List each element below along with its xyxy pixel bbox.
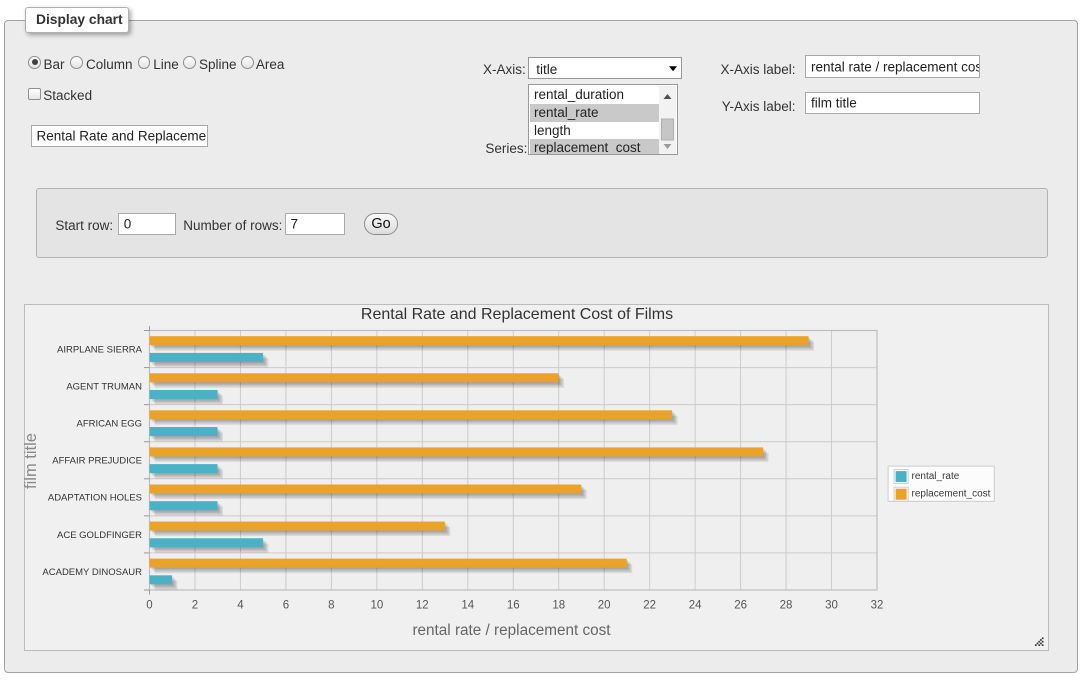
svg-text:4: 4 — [237, 600, 244, 612]
svg-text:28: 28 — [779, 600, 792, 612]
svg-text:film title: film title — [24, 433, 40, 489]
svg-text:24: 24 — [688, 600, 701, 612]
svg-text:18: 18 — [552, 600, 565, 612]
svg-text:rental_rate: rental_rate — [911, 471, 959, 482]
svg-text:AGENT TRUMAN: AGENT TRUMAN — [66, 382, 142, 393]
svg-text:ADAPTATION HOLES: ADAPTATION HOLES — [48, 493, 142, 504]
svg-text:10: 10 — [370, 600, 383, 612]
svg-text:8: 8 — [328, 600, 334, 612]
svg-text:ACE GOLDFINGER: ACE GOLDFINGER — [57, 530, 142, 541]
svg-text:AFRICAN EGG: AFRICAN EGG — [76, 419, 141, 430]
svg-text:16: 16 — [507, 600, 520, 612]
svg-text:30: 30 — [825, 600, 838, 612]
svg-text:replacement_cost: replacement_cost — [911, 489, 990, 500]
svg-text:0: 0 — [146, 600, 152, 612]
svg-text:Rental Rate and Replacement Co: Rental Rate and Replacement Cost of Film… — [361, 306, 673, 323]
svg-text:6: 6 — [282, 600, 288, 612]
svg-text:12: 12 — [416, 600, 429, 612]
svg-text:32: 32 — [870, 600, 883, 612]
svg-text:2: 2 — [191, 600, 197, 612]
svg-text:14: 14 — [461, 600, 474, 612]
svg-text:rental rate / replacement cost: rental rate / replacement cost — [412, 622, 611, 639]
svg-text:AIRPLANE SIERRA: AIRPLANE SIERRA — [57, 345, 143, 356]
svg-text:22: 22 — [643, 600, 656, 612]
svg-text:AFFAIR PREJUDICE: AFFAIR PREJUDICE — [52, 456, 142, 467]
svg-text:20: 20 — [597, 600, 610, 612]
svg-text:ACADEMY DINOSAUR: ACADEMY DINOSAUR — [42, 567, 142, 578]
svg-text:26: 26 — [734, 600, 747, 612]
